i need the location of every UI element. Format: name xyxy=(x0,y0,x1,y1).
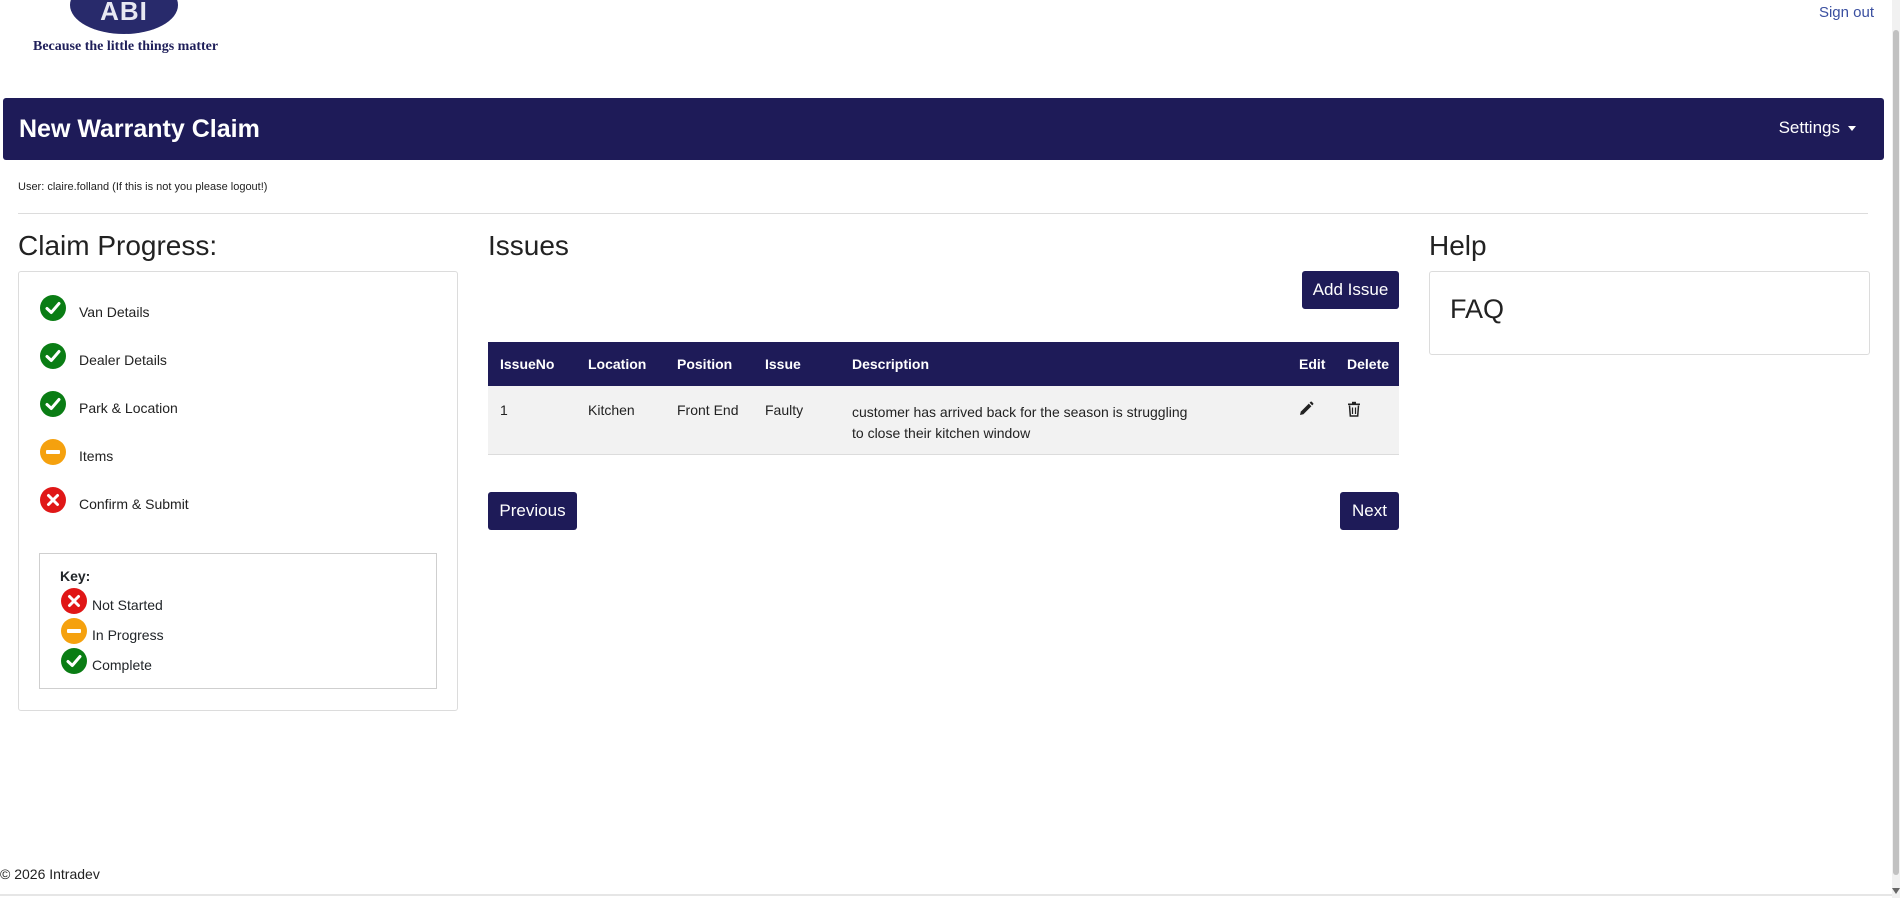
scroll-down-arrow-icon[interactable] xyxy=(1892,888,1900,894)
vertical-scrollbar[interactable] xyxy=(1892,0,1900,898)
logo-badge: ABI xyxy=(70,0,178,34)
cell-position: Front End xyxy=(677,402,739,418)
not-started-x-icon xyxy=(61,588,87,614)
column-header-issue: Issue xyxy=(765,356,801,372)
settings-label: Settings xyxy=(1778,118,1840,137)
in-progress-minus-icon xyxy=(40,439,66,465)
scrollbar-thumb[interactable] xyxy=(1893,30,1899,875)
complete-check-icon xyxy=(40,343,66,369)
column-header-position: Position xyxy=(677,356,733,372)
claim-progress-card: Van Details Dealer Details Park & Locati… xyxy=(18,271,458,711)
page-title: New Warranty Claim xyxy=(19,115,260,143)
tagline: Because the little things matter xyxy=(33,39,219,54)
cell-issue-no: 1 xyxy=(500,402,508,418)
cell-description: customer has arrived back for the season… xyxy=(852,404,1188,441)
table-row: 1 Kitchen Front End Faulty customer has … xyxy=(488,386,1399,455)
key-label: In Progress xyxy=(92,627,164,643)
step-label: Confirm & Submit xyxy=(79,496,189,512)
delete-trash-icon[interactable] xyxy=(1345,400,1363,418)
edit-pencil-icon[interactable] xyxy=(1297,400,1315,418)
claim-progress-heading: Claim Progress: xyxy=(18,230,218,261)
previous-button[interactable]: Previous xyxy=(488,492,577,530)
step-label: Dealer Details xyxy=(79,352,167,368)
key-label: Complete xyxy=(92,657,152,673)
add-issue-button[interactable]: Add Issue xyxy=(1302,271,1399,309)
user-info: User: claire.folland (If this is not you… xyxy=(18,181,268,193)
key-title: Key: xyxy=(60,568,91,584)
complete-check-icon xyxy=(40,295,66,321)
complete-check-icon xyxy=(61,648,87,674)
status-key: Key: Not Started In Progress Complete xyxy=(39,553,437,689)
column-header-delete: Delete xyxy=(1347,356,1390,372)
footer-divider xyxy=(0,894,1892,896)
key-label: Not Started xyxy=(92,597,163,613)
divider xyxy=(18,213,1868,214)
issues-table: IssueNo Location Position Issue Descript… xyxy=(488,342,1399,455)
sign-out-link[interactable]: Sign out xyxy=(1819,4,1874,21)
caret-down-icon xyxy=(1848,126,1856,132)
in-progress-minus-icon xyxy=(61,618,87,644)
faq-link[interactable]: FAQ xyxy=(1450,294,1504,325)
column-header-location: Location xyxy=(588,356,647,372)
logo-text: ABI xyxy=(100,0,148,26)
column-header-description: Description xyxy=(852,356,930,372)
step-label: Van Details xyxy=(79,304,150,320)
not-started-x-icon xyxy=(40,487,66,513)
column-header-issue-no: IssueNo xyxy=(500,356,555,372)
table-header: IssueNo Location Position Issue Descript… xyxy=(488,342,1399,386)
settings-dropdown[interactable]: Settings xyxy=(1779,118,1856,138)
step-label: Park & Location xyxy=(79,400,178,416)
next-button[interactable]: Next xyxy=(1340,492,1399,530)
complete-check-icon xyxy=(40,391,66,417)
help-heading: Help xyxy=(1429,230,1487,261)
cell-issue: Faulty xyxy=(765,402,804,418)
logo: ABI Because the little things matter xyxy=(30,0,230,60)
footer: © 2026 Intradev xyxy=(0,866,100,882)
help-card: FAQ xyxy=(1429,271,1870,355)
step-label: Items xyxy=(79,448,114,464)
page-header-bar: New Warranty Claim Settings xyxy=(3,98,1884,160)
cell-location: Kitchen xyxy=(588,402,635,418)
issues-heading: Issues xyxy=(488,230,569,261)
column-header-edit: Edit xyxy=(1299,356,1326,372)
